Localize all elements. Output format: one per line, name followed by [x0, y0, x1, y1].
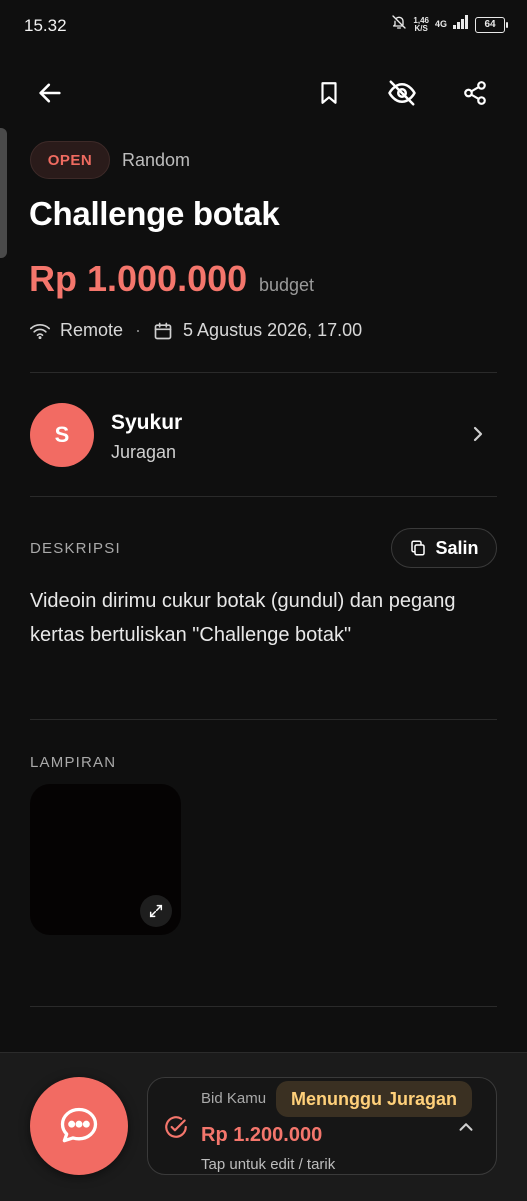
- job-location: Remote: [60, 320, 124, 340]
- share-icon: [464, 81, 486, 105]
- bookmark-button[interactable]: [307, 71, 351, 115]
- arrow-left-icon: [39, 83, 61, 103]
- bid-status-badge: Menunggu Juragan: [276, 1081, 472, 1117]
- status-icons: 1,46 K/S 4G 64: [391, 14, 508, 35]
- owner-name: Syukur: [111, 411, 183, 434]
- attachments-label: LAMPIRAN: [30, 754, 117, 771]
- divider: [30, 719, 497, 720]
- mute-notifications-icon: [391, 14, 407, 35]
- description-text: Videoin dirimu cukur botak (gundul) dan …: [30, 590, 456, 646]
- status-time: 15.32: [24, 16, 67, 35]
- back-button[interactable]: [28, 71, 72, 115]
- copy-label: Salin: [435, 537, 479, 558]
- copy-icon: [411, 540, 426, 556]
- battery-icon: 64: [475, 16, 508, 33]
- share-button[interactable]: [453, 71, 497, 115]
- wifi-icon: [30, 323, 50, 339]
- job-meta: Remote · 5 Agustus 2026, 17.00: [30, 320, 362, 341]
- owner-row[interactable]: [30, 392, 497, 478]
- job-deadline: 5 Agustus 2026, 17.00: [183, 320, 363, 340]
- check-circle-icon: [163, 1114, 189, 1145]
- bid-label: Bid Kamu: [201, 1090, 267, 1107]
- expand-icon: [149, 904, 163, 918]
- expand-button[interactable]: [140, 895, 172, 927]
- edge-panel-handle[interactable]: [0, 128, 7, 258]
- chat-icon: [60, 1107, 98, 1143]
- calendar-icon: [154, 322, 172, 339]
- description-label: DESKRIPSI: [30, 540, 121, 557]
- copy-button[interactable]: Salin: [391, 528, 497, 568]
- chat-button[interactable]: [30, 1077, 128, 1175]
- chevron-right-icon[interactable]: [468, 420, 488, 453]
- eye-off-icon: [388, 80, 416, 106]
- signal-icon: [453, 15, 469, 34]
- network-type: 4G: [434, 19, 447, 29]
- network-speed: 1,46 K/S: [413, 15, 429, 33]
- bid-hint: Tap untuk edit / tarik: [201, 1156, 336, 1173]
- divider: [30, 1006, 497, 1007]
- bookmark-icon: [321, 82, 337, 104]
- bid-amount: Rp 1.200.000: [201, 1124, 323, 1146]
- status-badge: OPEN: [30, 141, 110, 179]
- price-suffix: budget: [259, 275, 315, 295]
- status-bar: 15.32 1,46 K/S 4G 64: [0, 0, 527, 52]
- job-category: Random: [122, 150, 191, 170]
- page-title: Challenge botak: [29, 195, 280, 232]
- avatar[interactable]: S: [30, 403, 94, 467]
- divider: [30, 496, 497, 497]
- owner-role: Juragan: [111, 442, 177, 462]
- hide-button[interactable]: [380, 71, 424, 115]
- meta-separator: ·: [135, 320, 142, 340]
- chevron-up-icon[interactable]: [455, 1116, 477, 1143]
- job-price: Rp 1.000.000: [29, 258, 248, 299]
- divider: [30, 372, 497, 373]
